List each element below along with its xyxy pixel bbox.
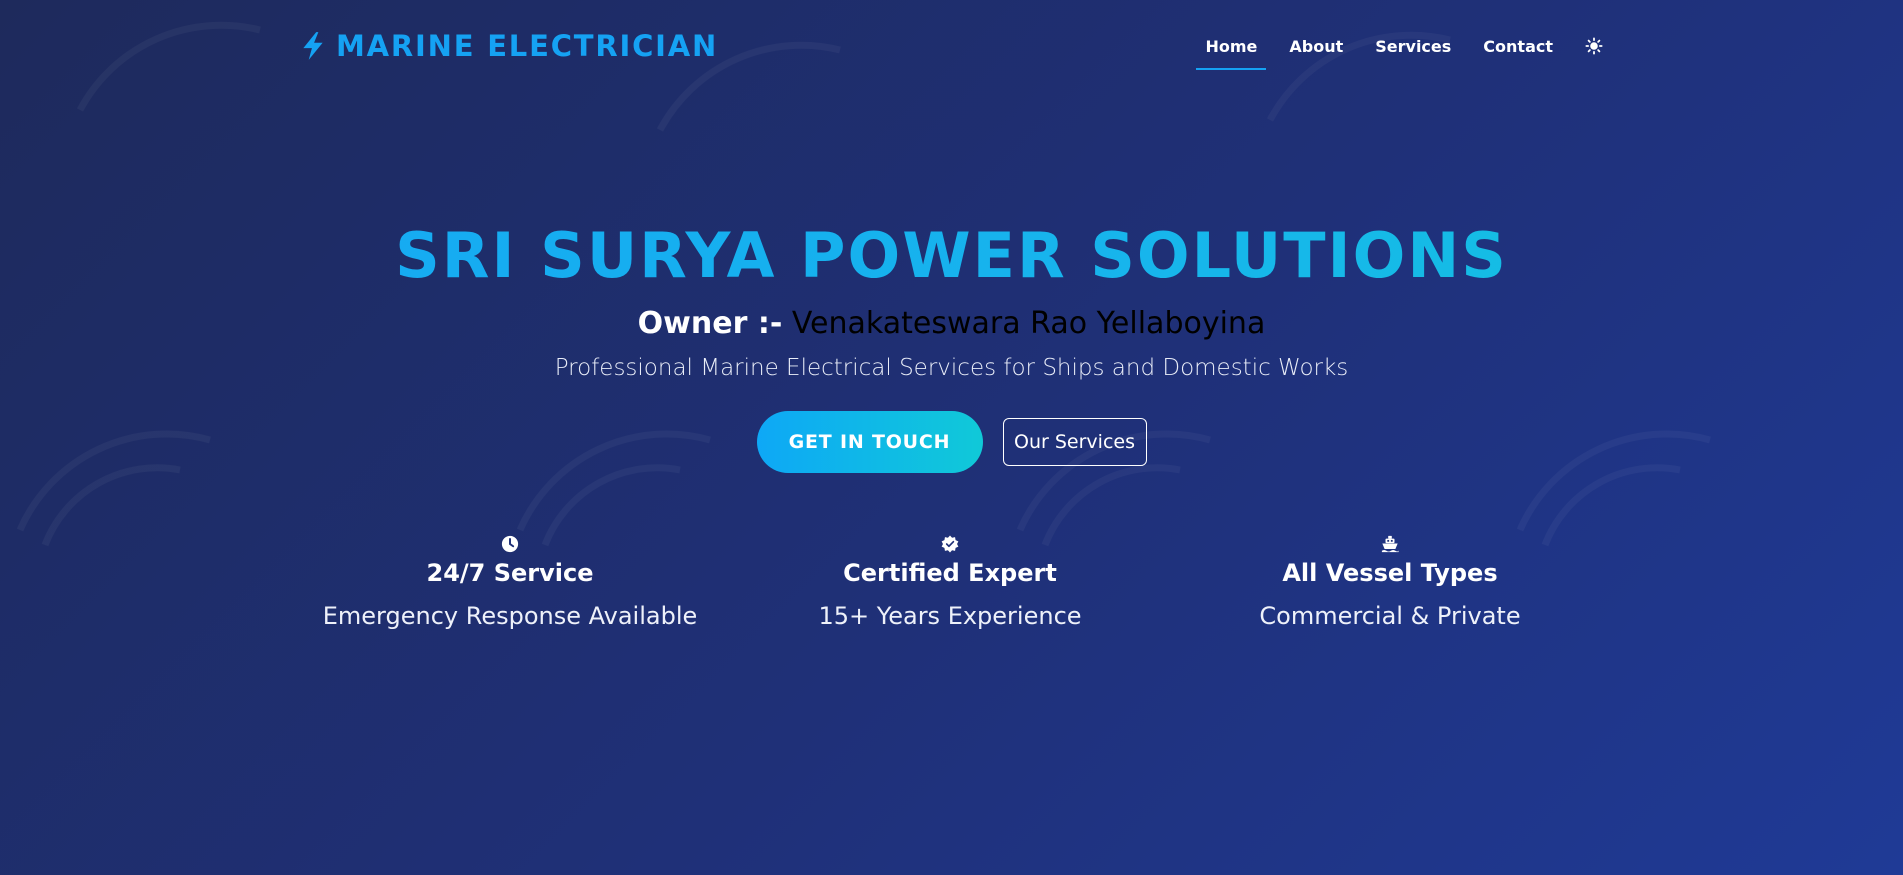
our-services-button[interactable]: Our Services bbox=[1002, 418, 1147, 466]
feature-description: 15+ Years Experience bbox=[818, 602, 1082, 630]
hero-actions: GET IN TOUCH Our Services bbox=[0, 411, 1903, 473]
feature-item: 24/7 Service Emergency Response Availabl… bbox=[290, 535, 730, 631]
navbar: MARINE ELECTRICIAN Home About Services C… bbox=[300, 22, 1603, 70]
nav-link-services[interactable]: Services bbox=[1375, 31, 1451, 62]
lightning-bolt-icon bbox=[303, 32, 323, 60]
brand-name: MARINE ELECTRICIAN bbox=[336, 29, 719, 63]
ship-icon bbox=[1381, 535, 1399, 553]
feature-title: Certified Expert bbox=[843, 559, 1057, 587]
feature-title: All Vessel Types bbox=[1282, 559, 1498, 587]
hero-section: SRI SURYA POWER SOLUTIONS Owner :- Venak… bbox=[0, 215, 1903, 473]
nav-link-about[interactable]: About bbox=[1289, 31, 1343, 62]
hero-tagline: Professional Marine Electrical Services … bbox=[554, 355, 1349, 381]
get-in-touch-button[interactable]: GET IN TOUCH bbox=[756, 411, 983, 473]
nav-links: Home About Services Contact bbox=[1196, 31, 1603, 70]
feature-description: Commercial & Private bbox=[1259, 602, 1521, 630]
brand-logo[interactable]: MARINE ELECTRICIAN bbox=[300, 29, 718, 63]
clock-icon bbox=[501, 535, 519, 553]
feature-title: 24/7 Service bbox=[426, 559, 594, 587]
feature-item: All Vessel Types Commercial & Private bbox=[1170, 535, 1610, 631]
certificate-icon bbox=[941, 535, 959, 553]
sun-icon[interactable] bbox=[1585, 37, 1603, 55]
feature-description: Emergency Response Available bbox=[322, 602, 698, 630]
hero-title: SRI SURYA POWER SOLUTIONS bbox=[0, 215, 1903, 297]
owner-name: Venakateswara Rao Yellaboyina bbox=[791, 306, 1266, 341]
owner-label: Owner :- bbox=[637, 306, 783, 341]
nav-link-home[interactable]: Home bbox=[1196, 31, 1267, 70]
feature-item: Certified Expert 15+ Years Experience bbox=[730, 535, 1170, 631]
nav-link-contact[interactable]: Contact bbox=[1483, 31, 1553, 62]
features-row: 24/7 Service Emergency Response Availabl… bbox=[290, 535, 1610, 631]
owner-line: Owner :- Venakateswara Rao Yellaboyina bbox=[0, 305, 1903, 343]
